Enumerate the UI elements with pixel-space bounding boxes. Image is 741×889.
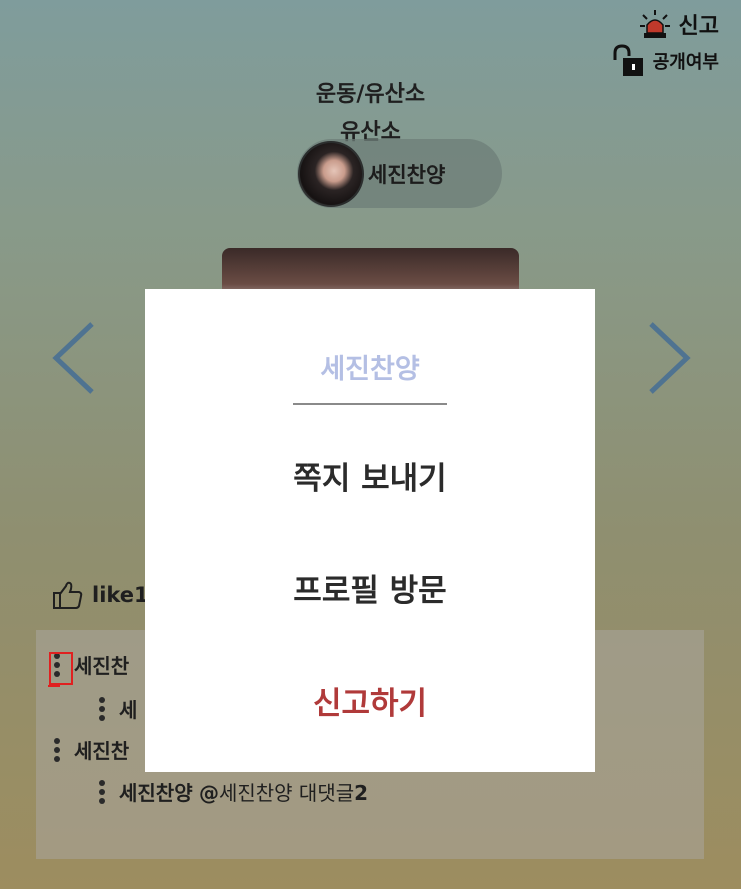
report-user-button[interactable]: 신고하기 xyxy=(145,678,595,723)
comment-body: 세진찬양 @세진찬양 대댓글2 xyxy=(119,777,368,806)
kebab-menu-icon[interactable] xyxy=(99,696,105,721)
comment-author: 세진찬 xyxy=(74,654,130,678)
comment-text: 세진찬양 대댓글 xyxy=(218,781,355,805)
comment-suffix: 2 xyxy=(354,781,369,805)
thumbs-up-icon xyxy=(53,581,83,609)
comment-item: 세진찬 xyxy=(54,735,129,764)
visit-profile-button[interactable]: 프로필 방문 xyxy=(145,565,595,610)
user-action-modal: 세진찬양 쪽지 보내기 프로필 방문 신고하기 xyxy=(145,289,595,772)
privacy-label: 공개여부 xyxy=(652,52,719,73)
privacy-toggle[interactable]: 공개여부 xyxy=(611,44,719,78)
modal-divider xyxy=(293,403,447,405)
post-category: 운동/유산소 xyxy=(315,82,426,107)
report-label: 신고 xyxy=(678,14,719,39)
siren-icon xyxy=(639,10,670,38)
avatar xyxy=(298,140,364,207)
modal-title: 세진찬양 xyxy=(320,354,420,385)
reply-item: 세진찬양 @세진찬양 대댓글2 xyxy=(99,777,368,806)
like-count: like1 xyxy=(92,583,149,607)
chevron-right-icon[interactable] xyxy=(645,320,693,396)
report-button[interactable]: 신고 xyxy=(639,8,719,40)
kebab-menu-icon[interactable] xyxy=(99,779,105,804)
highlight-mark xyxy=(48,652,73,687)
like-button[interactable]: like1 xyxy=(52,580,149,610)
author-name: 세진찬양 xyxy=(368,162,446,187)
kebab-menu-icon[interactable] xyxy=(54,737,60,762)
author-chip[interactable]: 세진찬양 xyxy=(297,139,502,208)
comment-author: 세진찬 xyxy=(74,739,130,763)
send-message-button[interactable]: 쪽지 보내기 xyxy=(145,453,595,498)
chevron-left-icon[interactable] xyxy=(50,320,98,396)
reply-item: 세 xyxy=(99,694,137,723)
comment-author: 세진찬양 xyxy=(119,781,193,805)
unlocked-lock-icon xyxy=(613,44,643,76)
mention-symbol: @ xyxy=(198,781,219,805)
comment-author: 세 xyxy=(119,698,138,722)
